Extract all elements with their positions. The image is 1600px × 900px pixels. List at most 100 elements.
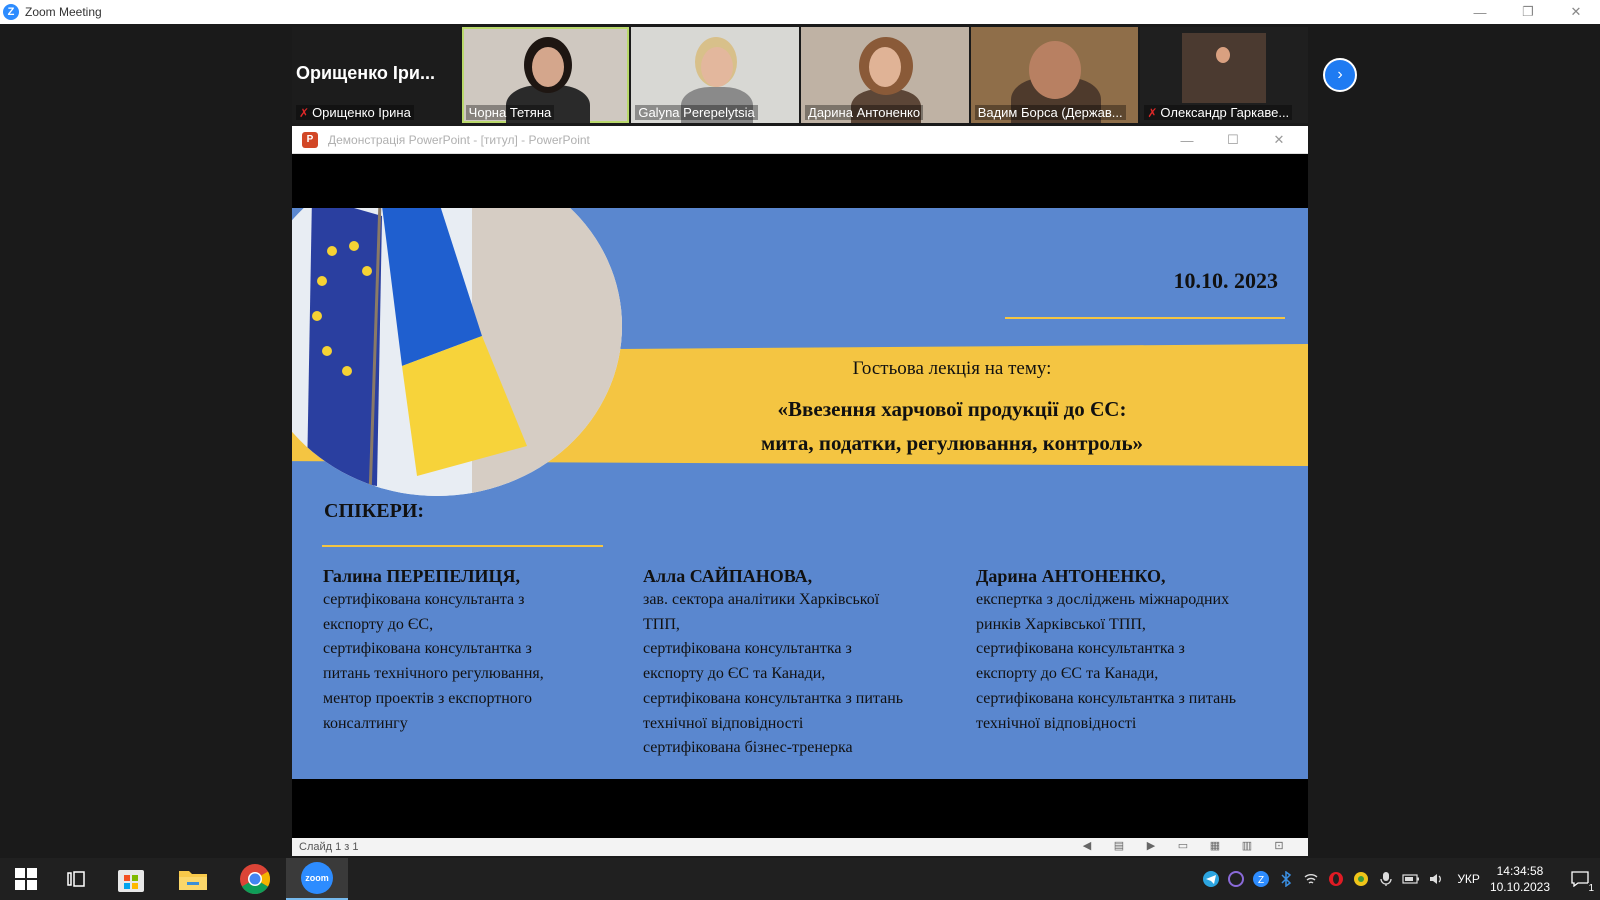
- viber-icon[interactable]: [1225, 868, 1247, 890]
- store-button[interactable]: [100, 858, 162, 900]
- taskbar: zoom Z УКР 14:34:58 10.10.2023 1: [0, 858, 1600, 900]
- next-slide-icon[interactable]: ▶: [1144, 839, 1158, 852]
- zoom-app-icon: zoom: [301, 862, 333, 894]
- participant-video-feed: [1182, 33, 1267, 103]
- microphone-icon[interactable]: [1375, 868, 1397, 890]
- participant-tile-active-speaker[interactable]: Орищенко Іри... ✗ Орищенко Ірина: [292, 27, 460, 123]
- participant-name: ✗ Олександр Гаркаве...: [1144, 105, 1293, 120]
- slide-viewport: 10.10. 2023 Гостьова лекція на тему: «Вв…: [292, 154, 1308, 838]
- participant-video-face: [869, 47, 902, 87]
- slide-counter: Слайд 1 з 1: [299, 841, 359, 853]
- file-explorer-button[interactable]: [162, 858, 224, 900]
- participant-tile[interactable]: Чорна Тетяна: [461, 27, 630, 123]
- slideshow-icon[interactable]: ⊡: [1272, 839, 1286, 852]
- zoom-logo-icon: Z: [3, 4, 19, 20]
- telegram-icon[interactable]: [1200, 868, 1222, 890]
- slide-menu-icon[interactable]: ▤: [1112, 839, 1126, 852]
- participant-tile[interactable]: Galyna Perepelytsia: [631, 27, 800, 123]
- clock-date: 10.10.2023: [1489, 880, 1550, 894]
- notification-icon: [1571, 871, 1589, 887]
- clock[interactable]: 14:34:58 10.10.2023: [1490, 863, 1550, 895]
- lecture-title-line: мита, податки, регулювання, контроль»: [760, 431, 1144, 455]
- participant-name: ✗ Орищенко Ірина: [296, 105, 414, 120]
- participant-name: Galyna Perepelytsia: [635, 105, 758, 120]
- previous-slide-icon[interactable]: ◀: [1080, 839, 1094, 852]
- speaker-name: Алла САЙПАНОВА,: [643, 566, 813, 586]
- powerpoint-window-controls: — ☐ ✕: [1164, 126, 1302, 154]
- close-button[interactable]: ✕: [1256, 126, 1302, 154]
- speaker-credential: консалтингу: [323, 714, 408, 732]
- bluetooth-icon[interactable]: [1275, 868, 1297, 890]
- speakers-underline: [322, 545, 603, 547]
- start-button[interactable]: [0, 858, 52, 900]
- zoom-titlebar: Z Zoom Meeting — ❐ ✕: [0, 0, 1600, 24]
- app-tray-icon[interactable]: [1350, 868, 1372, 890]
- next-page-button[interactable]: ›: [1323, 58, 1357, 92]
- speaker-credential: сертифікована консультантка з: [976, 640, 1185, 658]
- speaker-name: Дарина АНТОНЕНКО,: [976, 566, 1166, 586]
- zoom-tray-icon[interactable]: Z: [1250, 868, 1272, 890]
- slide: 10.10. 2023 Гостьова лекція на тему: «Вв…: [292, 208, 1308, 779]
- participant-name: Вадим Борса (Держав...: [974, 105, 1126, 120]
- speaker-credential: сертифікована консультанта з: [323, 591, 525, 608]
- participant-tile[interactable]: Дарина Антоненко: [801, 27, 969, 123]
- speaker-block: Дарина АНТОНЕНКО, експертка з досліджень…: [976, 564, 1236, 736]
- zoom-window-title: Zoom Meeting: [25, 5, 102, 19]
- speaker-credential: сертифікована консультантка з: [323, 640, 532, 658]
- powerpoint-icon: P: [302, 131, 318, 148]
- powerpoint-window-title: Демонстрація PowerPoint - [титул] - Powe…: [328, 132, 590, 147]
- chrome-icon: [240, 864, 271, 895]
- volume-icon[interactable]: [1425, 868, 1447, 890]
- zoom-taskbar-button[interactable]: zoom: [286, 858, 348, 900]
- speaker-credential: ринків Харківської ТПП,: [976, 615, 1146, 633]
- wifi-icon[interactable]: [1300, 868, 1322, 890]
- speaker-credential: технічної відповідності: [976, 714, 1137, 732]
- lecture-intro: Гостьова лекція на тему:: [852, 358, 1052, 379]
- speaker-credential: технічної відповідності: [643, 714, 804, 732]
- minimize-button[interactable]: —: [1456, 0, 1504, 24]
- participant-tile[interactable]: ✗ Олександр Гаркаве...: [1140, 27, 1309, 123]
- normal-view-icon[interactable]: ▭: [1176, 839, 1190, 852]
- active-speaker-name: Орищенко Іри...: [296, 63, 435, 83]
- battery-icon[interactable]: [1400, 868, 1422, 890]
- speaker-credential: ТПП,: [643, 615, 680, 633]
- slide-date: 10.10. 2023: [1173, 268, 1279, 293]
- speaker-credential: сертифікована консультантка з питань: [976, 689, 1237, 707]
- reading-view-icon[interactable]: ▥: [1240, 839, 1254, 852]
- speaker-block: Галина ПЕРЕПЕЛИЦЯ, сертифікована консуль…: [323, 564, 544, 736]
- svg-text:Z: Z: [1258, 875, 1264, 886]
- participant-video-face: [531, 47, 564, 87]
- task-view-button[interactable]: [52, 858, 100, 900]
- restore-button[interactable]: ❐: [1504, 0, 1552, 24]
- chrome-button[interactable]: [224, 858, 286, 900]
- powerpoint-window: P Демонстрація PowerPoint - [титул] - Po…: [292, 126, 1308, 856]
- view-controls: ◀ ▤ ▶ ▭ ▦ ▥ ⊡: [1080, 839, 1286, 852]
- maximize-button[interactable]: ☐: [1210, 126, 1256, 154]
- speaker-credential: експорту до ЄС,: [323, 615, 434, 633]
- powerpoint-statusbar: Слайд 1 з 1 ◀ ▤ ▶ ▭ ▦ ▥ ⊡: [292, 838, 1308, 856]
- date-underline: [1005, 317, 1285, 319]
- speaker-credential: питань технічного регулювання,: [323, 665, 544, 683]
- minimize-button[interactable]: —: [1164, 126, 1210, 154]
- speaker-credential: експорту до ЄС та Канади,: [976, 665, 1159, 683]
- input-language[interactable]: УКР: [1457, 872, 1480, 886]
- zoom-window-controls: — ❐ ✕: [1456, 0, 1600, 24]
- speaker-credential: ментор проектів з експортного: [323, 689, 532, 707]
- participant-gallery: Орищенко Іри... ✗ Орищенко Ірина Чорна Те…: [292, 27, 1309, 123]
- participant-name: Чорна Тетяна: [465, 105, 555, 120]
- slide-sorter-icon[interactable]: ▦: [1208, 839, 1222, 852]
- task-view-icon: [67, 871, 85, 887]
- speaker-credential: сертифікована консультантка з питань: [643, 689, 904, 707]
- participant-name: Дарина Антоненко: [805, 105, 924, 120]
- microsoft-store-icon: [118, 870, 144, 892]
- notification-center-button[interactable]: 1: [1560, 858, 1600, 900]
- participant-video-face: [1028, 41, 1081, 99]
- speakers-heading: СПІКЕРИ:: [324, 500, 425, 522]
- opera-icon[interactable]: [1325, 868, 1347, 890]
- close-button[interactable]: ✕: [1552, 0, 1600, 24]
- speaker-credential: сертифікована бізнес-тренерка: [643, 739, 853, 757]
- clock-time: 14:34:58: [1496, 864, 1544, 878]
- participant-tile[interactable]: Вадим Борса (Держав...: [970, 27, 1139, 123]
- system-tray: Z УКР 14:34:58 10.10.2023 1: [1197, 858, 1600, 900]
- speaker-name: Галина ПЕРЕПЕЛИЦЯ,: [323, 566, 521, 586]
